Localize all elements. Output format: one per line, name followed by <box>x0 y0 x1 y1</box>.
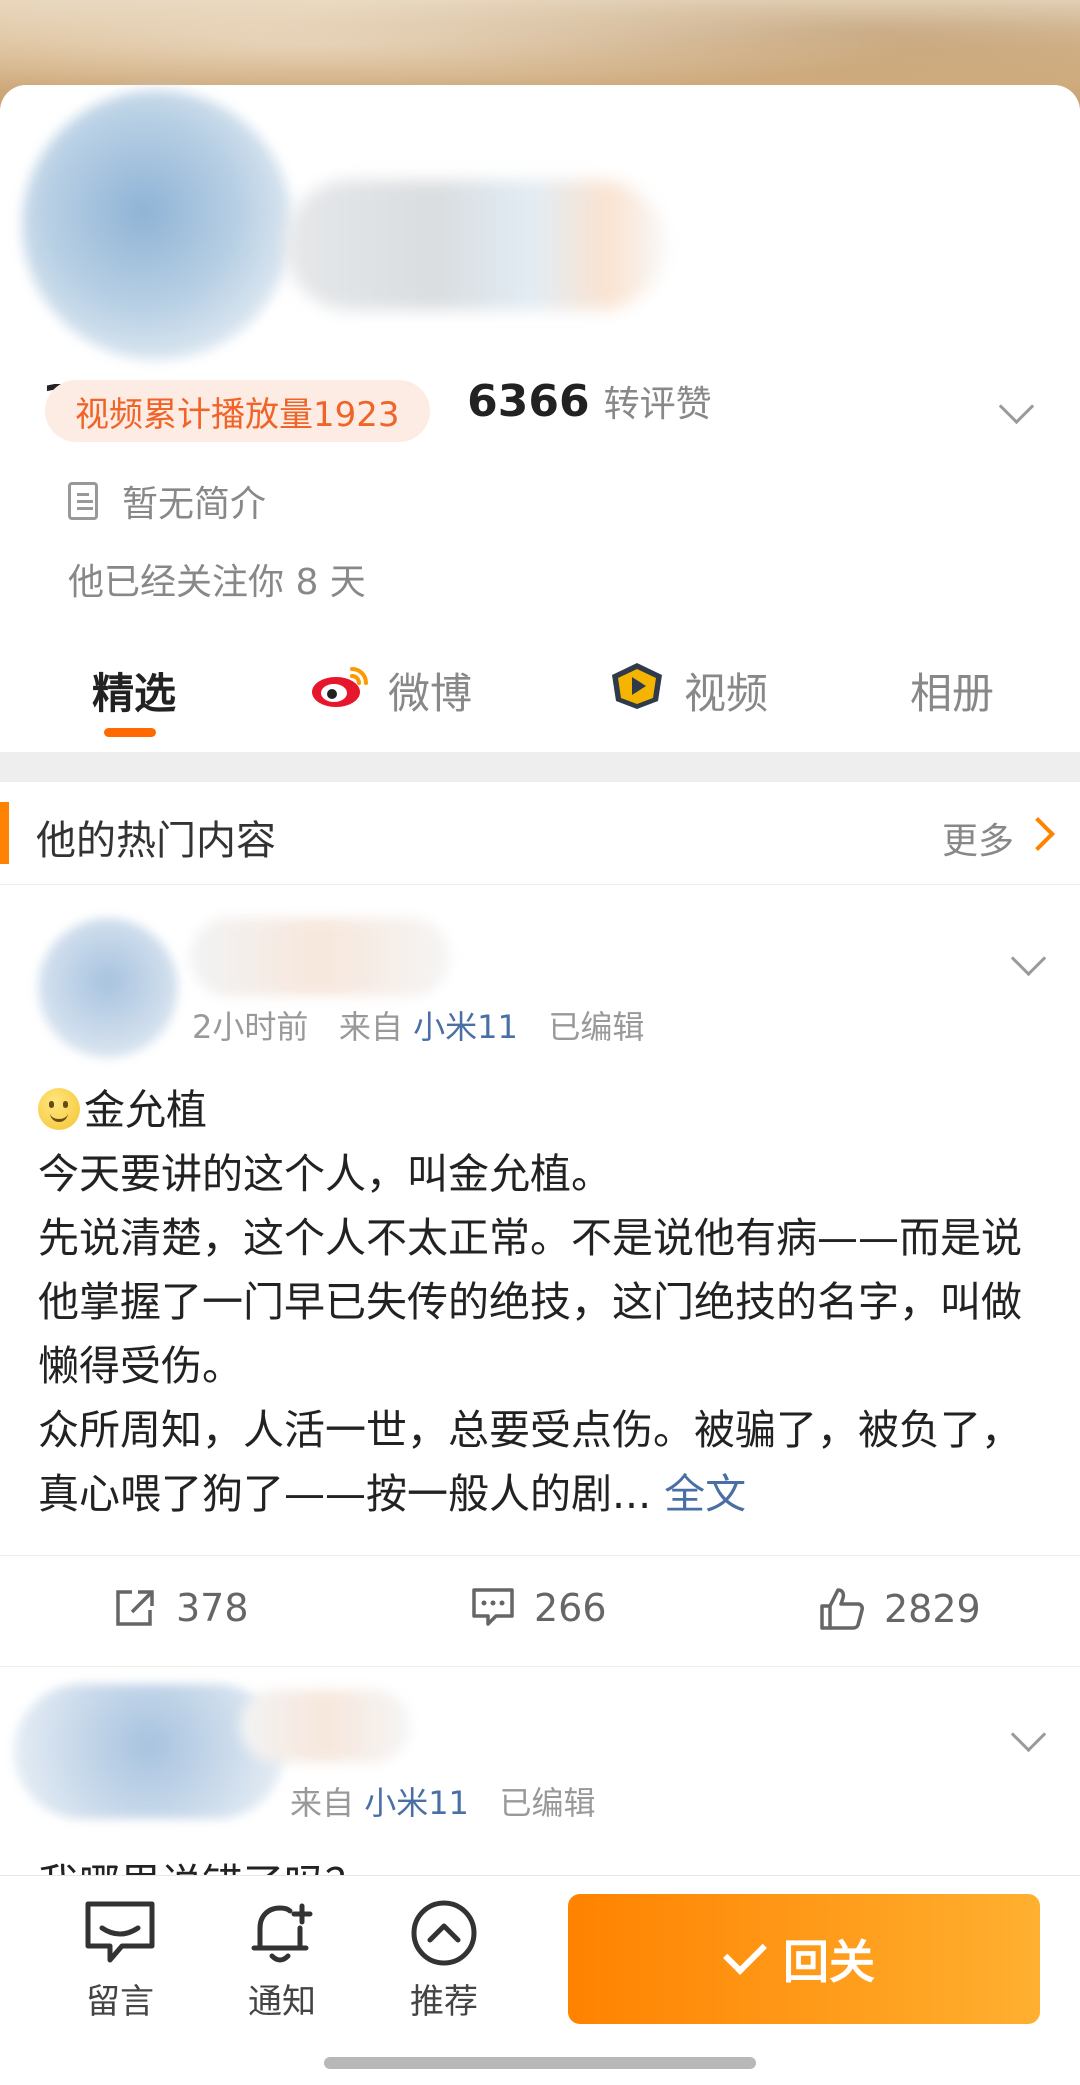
profile-tabs: 精选 微博 视频 相册 <box>0 650 1080 750</box>
tab-album[interactable]: 相册 <box>910 660 994 721</box>
weibo-logo-icon <box>310 663 370 719</box>
tab-label: 相册 <box>910 669 995 718</box>
more-link[interactable]: 更多 <box>942 812 1014 864</box>
post-line-text: 众所周知，人活一世，总要受点伤。被骗了，被负了，真心喂了狗了——按一般人的剧..… <box>38 1406 1022 1518</box>
post-line: 金允植 <box>38 1078 1048 1142</box>
recommend-button[interactable]: 推荐 <box>394 1898 494 2023</box>
chevron-up-circle-icon <box>411 1900 477 1966</box>
profile-avatar[interactable] <box>22 90 292 360</box>
stat-interactions[interactable]: 6366 转评赞 <box>467 375 711 427</box>
post-actions: 378 266 2829 <box>0 1555 1080 1667</box>
post-line: 众所周知，人活一世，总要受点伤。被骗了，被负了，真心喂了狗了——按一般人的剧..… <box>38 1398 1048 1526</box>
follow-back-label: 回关 <box>783 1935 875 1989</box>
post-edited-tag: 已编辑 <box>548 1008 645 1046</box>
bio-text: 暂无简介 <box>122 484 267 525</box>
active-tab-indicator <box>104 728 156 737</box>
bell-plus-icon <box>251 1903 313 1963</box>
post-line-text: 金允植 <box>84 1086 207 1134</box>
chevron-right-icon[interactable] <box>1021 817 1055 851</box>
post-body[interactable]: 金允植 今天要讲的这个人，叫金允植。 先说清楚，这个人不太正常。不是说他有病——… <box>38 1078 1048 1526</box>
thumbs-up-icon <box>820 1588 864 1630</box>
like-count: 2829 <box>884 1587 981 1631</box>
video-play-icon <box>608 661 666 721</box>
post-line: 先说清楚，这个人不太正常。不是说他有病——而是说他掌握了一门早已失传的绝技，这门… <box>38 1214 1022 1390</box>
section-accent-bar <box>0 802 9 864</box>
post-author-name-blurred[interactable] <box>190 918 450 996</box>
document-icon <box>68 482 98 520</box>
post-author-avatar[interactable] <box>14 1684 284 1819</box>
chat-bubble-icon <box>85 1901 155 1963</box>
tab-label: 视频 <box>684 669 769 718</box>
comment-button[interactable]: 266 <box>470 1586 607 1630</box>
home-indicator[interactable] <box>324 2057 756 2069</box>
tab-video[interactable]: 视频 <box>608 660 768 721</box>
post-edited-tag: 已编辑 <box>499 1784 596 1822</box>
repost-count: 378 <box>176 1586 249 1630</box>
post-time: 2小时前 <box>192 1008 309 1046</box>
like-button[interactable]: 2829 <box>818 1586 981 1632</box>
bottom-action-bar: 留言 通知 推荐 回关 <box>0 1875 1080 2085</box>
post-menu-chevron-icon[interactable] <box>1010 1716 1047 1753</box>
profile-bio: 暂无简介 <box>68 475 266 527</box>
follow-duration-note: 他已经关注你 8 天 <box>68 562 366 603</box>
smile-emoji-icon <box>38 1088 80 1130</box>
hot-content-title: 他的热门内容 <box>36 818 276 864</box>
hot-content-header: 他的热门内容 更多 <box>0 782 1080 885</box>
post-source-device[interactable]: 小米11 <box>413 1008 518 1046</box>
share-icon <box>116 1590 154 1626</box>
post-source-prefix: 来自 <box>290 1784 355 1822</box>
repost-button[interactable]: 378 <box>112 1586 249 1630</box>
message-button[interactable]: 留言 <box>70 1898 170 2023</box>
comment-icon <box>472 1588 514 1626</box>
message-label: 留言 <box>86 1982 154 2022</box>
recommend-label: 推荐 <box>410 1982 478 2022</box>
comment-count: 266 <box>534 1586 607 1630</box>
notify-button[interactable]: 通知 <box>232 1898 332 2023</box>
post-menu-chevron-icon[interactable] <box>1010 940 1047 977</box>
tab-featured[interactable]: 精选 <box>92 660 176 721</box>
checkmark-icon <box>723 1931 767 1975</box>
section-divider <box>0 752 1080 782</box>
post-author-name-blurred[interactable] <box>240 1690 410 1762</box>
post-source-device[interactable]: 小米11 <box>364 1784 469 1822</box>
tab-label: 微博 <box>388 669 473 718</box>
post-meta: 2小时前 来自 小米11 已编辑 <box>192 1002 644 1048</box>
stat-value: 6366 <box>467 376 590 427</box>
post-meta: 来自 小米11 已编辑 <box>290 1778 595 1824</box>
tab-label: 精选 <box>92 669 177 718</box>
video-play-count-badge[interactable]: 视频累计播放量1923 <box>45 380 430 442</box>
full-text-link[interactable]: 全文 <box>664 1470 746 1518</box>
post-line: 今天要讲的这个人，叫金允植。 <box>38 1150 612 1198</box>
post-author-avatar[interactable] <box>38 918 178 1058</box>
tab-weibo[interactable]: 微博 <box>310 660 472 721</box>
stat-label: 转评赞 <box>603 384 712 425</box>
follow-back-button[interactable]: 回关 <box>568 1894 1040 2024</box>
notify-label: 通知 <box>248 1982 316 2022</box>
post-source-prefix: 来自 <box>338 1008 403 1046</box>
profile-name-blurred <box>285 180 665 310</box>
